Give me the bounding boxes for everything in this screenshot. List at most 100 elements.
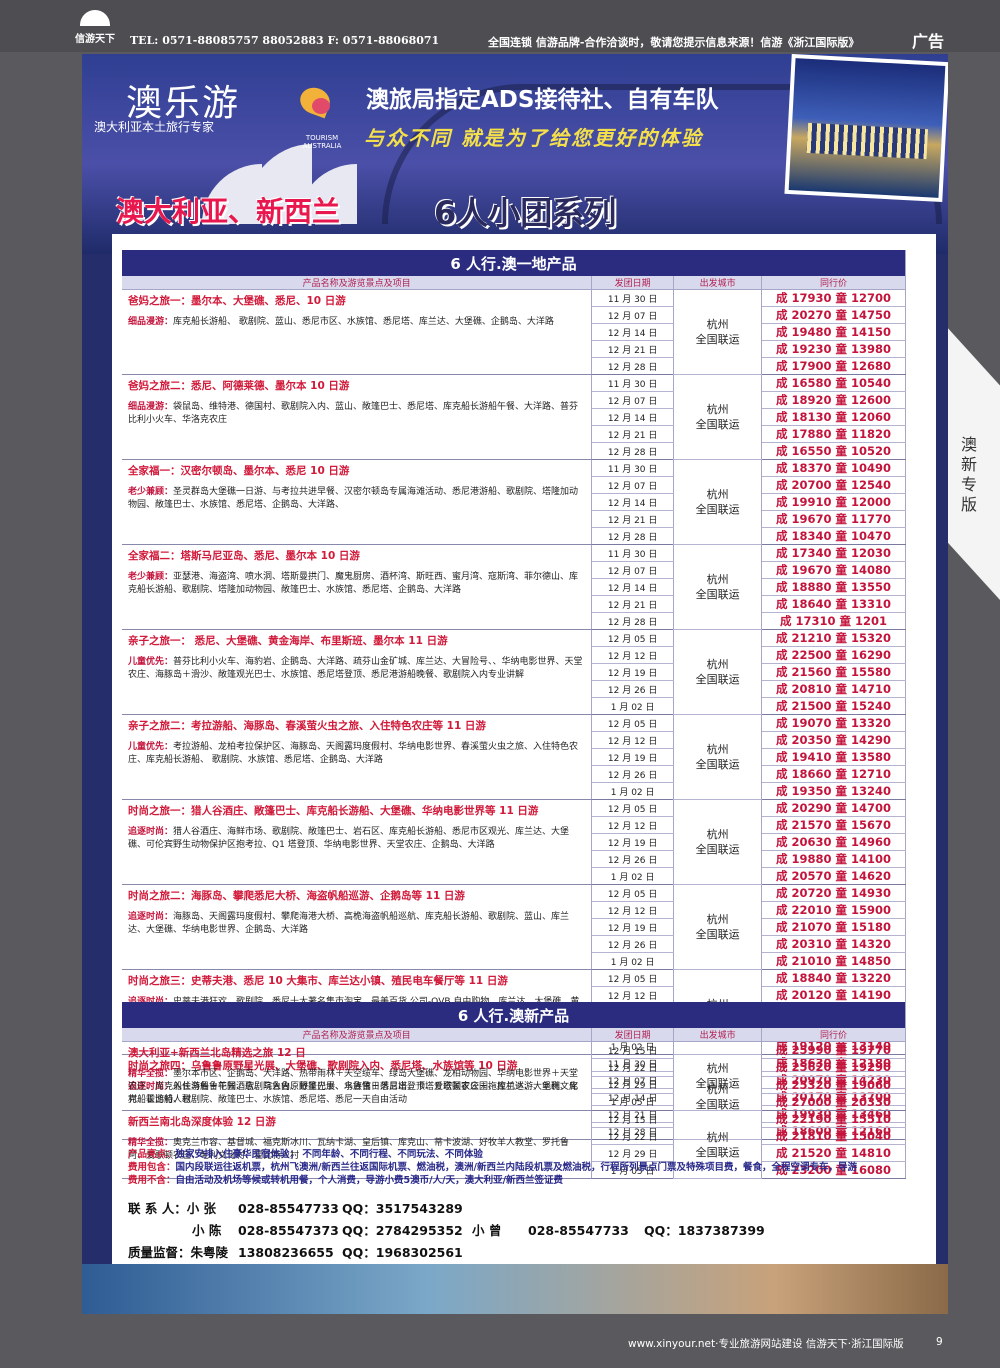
departure-date: 12 月 14 日 — [591, 323, 675, 341]
ad-label: 广告 — [912, 32, 945, 51]
departure-date: 1 月 02 日 — [591, 867, 675, 885]
brand-subtitle: 澳大利亚本土旅行专家 — [94, 120, 215, 134]
departure-date: 12 月 12 日 — [591, 986, 675, 1004]
trade-price: 成 20350 童 14290 — [761, 731, 906, 749]
departure-date: 12 月 26 日 — [591, 680, 675, 698]
trade-price: 成 25620 童 19290 — [761, 1058, 906, 1077]
table-row: 爸妈之旅一：墨尔本、大堡礁、悉尼、10 日游 细品漫游：库克船长游船、 歌剧院、蓝… — [122, 289, 906, 375]
trade-price: 成 21560 童 15580 — [761, 663, 906, 681]
departure-city: 杭州 全国联运 — [673, 1041, 763, 1111]
section-title-row: 6 人行.澳新产品 — [122, 1002, 906, 1028]
desc-text: 袋鼠岛、维特港、德国村、歌剧院入内、蓝山、敞篷巴士、悉尼塔、库克船长游船午餐、大… — [128, 402, 579, 425]
product-info: 澳大利亚+新西兰北岛精选之旅 12 日精华全揽：墨尔本市区、企鹅岛、大洋路、热带… — [122, 1041, 593, 1111]
product-title: 亲子之旅一： 悉尼、大堡礁、黄金海岸、布里斯班、墨尔本 11 日游 — [128, 635, 448, 647]
column-header-row: 产品名称及游览景点及项目 发团日期 出发城市 同行价 — [122, 276, 906, 290]
banner: 澳乐游 澳大利亚本土旅行专家 TOURISM AUSTRALIA 澳旅局指定AD… — [82, 54, 948, 254]
trade-price: 成 21010 童 14850 — [761, 952, 906, 970]
desc-text: 圣灵群岛大堡礁一日游、与考拉共进早餐、汉密尔顿岛专属海滩活动、悉尼港游船、歌剧院… — [128, 487, 579, 510]
col-city-header: 出发城市 — [673, 276, 763, 290]
xinyou-logo: 信游天下 — [66, 8, 124, 46]
product-description: 精华全揽：墨尔本市区、企鹅岛、大洋路、热带雨林＋天空缆车、绿岛大堡礁、龙柏动物园… — [128, 1068, 585, 1107]
trade-price: 成 21070 童 15180 — [761, 918, 906, 936]
product-info: 时尚之旅一：猎人谷酒庄、敞篷巴士、库克船长游船、大堡礁、华纳电影世界等 11 日… — [122, 799, 593, 885]
tagline: 与众不同 就是为了给您更好的体验 — [364, 126, 703, 150]
table-row: 全家福二：塔斯马尼亚岛、悉尼、墨尔本 10 日游 老少兼顾：亚瑟港、海盗湾、喷水洞… — [122, 544, 906, 630]
contact-chen: 小 陈 — [192, 1223, 222, 1238]
table-row: 时尚之旅三：史蒂夫港、悉尼 10 大集市、库兰达小镇、殖民电车餐厅等 11 日游… — [122, 969, 906, 1055]
desc-label: 儿童优先： — [128, 742, 174, 752]
departure-date: 12 月 26 日 — [591, 850, 675, 868]
trade-price: 成 18370 童 10490 — [761, 459, 906, 477]
desc-label: 精华全揽： — [128, 1138, 174, 1148]
section-title: 6 人行.澳一地产品 — [122, 250, 906, 276]
trade-price: 成 19480 童 14150 — [761, 323, 906, 341]
product-description: 追逐时尚：猎人谷酒庄、海鲜市场、歌剧院、敞篷巴士、岩石区、库克船长游船、悉尼市区… — [128, 826, 585, 852]
trade-price: 成 18840 童 13220 — [761, 969, 906, 987]
departure-date: 12 月 22 日 — [591, 1058, 675, 1077]
trade-price: 成 25990 童 19770 — [761, 1041, 906, 1060]
desc-label: 老少兼顾： — [128, 487, 174, 497]
contact-tel: TEL: 0571-88085757 88052883 F: 0571-8806… — [130, 34, 440, 47]
departure-date: 12 月 07 日 — [591, 561, 675, 579]
ads-line: 澳旅局指定ADS接待社、自有车队 — [366, 87, 719, 113]
col-price-header: 同行价 — [761, 1028, 906, 1042]
desc-label: 老少兼顾： — [128, 572, 174, 582]
departure-date: 11 月 30 日 — [591, 544, 675, 562]
table-row: 时尚之旅一：猎人谷酒庄、敞篷巴士、库克船长游船、大堡礁、华纳电影世界等 11 日… — [122, 799, 906, 885]
product-description: 儿童优先：普芬比利小火车、海豹岩、企鹅岛、大洋路、疏芬山金矿城、库兰达、大冒险号… — [128, 656, 585, 682]
top-bar: 信游天下 TEL: 0571-88085757 88052883 F: 0571… — [0, 0, 1000, 52]
notes: 产品亮点：独家安排入住豪华民宿体验； 不同年龄、不同行程、不同玩法、不同体验 费… — [128, 1149, 857, 1186]
departure-date: 12 月 28 日 — [591, 527, 675, 545]
desc-text: 墨尔本市区、企鹅岛、大洋路、热带雨林＋天空缆车、绿岛大堡礁、龙柏动物园、华纳电影… — [128, 1069, 579, 1105]
departure-date: 12 月 22 日 — [591, 1127, 675, 1145]
product-title: 时尚之旅二：海豚岛、攀爬悉尼大桥、海盗帆船巡游、企鹅岛等 11 日游 — [128, 890, 465, 902]
product-info: 亲子之旅二：考拉游船、海豚岛、春溪萤火虫之旅、入住特色农庄等 11 日游 儿童优先… — [122, 714, 593, 800]
trade-price: 成 22500 童 16290 — [761, 646, 906, 664]
title-destinations: 澳大利亚、新西兰 — [116, 195, 341, 228]
page-number: 9 — [936, 1336, 943, 1348]
desc-label: 精华全揽： — [128, 1069, 174, 1079]
departure-city: 杭州 全国联运 — [673, 714, 763, 800]
trade-price: 成 17900 童 12680 — [761, 357, 906, 375]
col-price-header: 同行价 — [761, 276, 906, 290]
trade-price: 成 17880 童 11820 — [761, 425, 906, 443]
departure-date: 12 月 05 日 — [591, 799, 675, 817]
product-info: 全家福二：塔斯马尼亚岛、悉尼、墨尔本 10 日游 老少兼顾：亚瑟港、海盗湾、喷水洞… — [122, 544, 593, 630]
departure-date: 12 月 26 日 — [591, 765, 675, 783]
departure-date: 12 月 21 日 — [591, 340, 675, 358]
product-description: 老少兼顾：圣灵群岛大堡礁一日游、与考拉共进早餐、汉密尔顿岛专属海滩活动、悉尼港游… — [128, 486, 585, 512]
contact-zhang-tel: 028-85547733 — [238, 1201, 339, 1216]
trade-price: 成 18130 童 12060 — [761, 408, 906, 426]
supervisor-qq: QQ：1968302561 — [342, 1245, 463, 1260]
departure-date: 12 月 05 日 — [591, 884, 675, 902]
col-date-header: 发团日期 — [591, 1028, 675, 1042]
departure-city: 杭州 全国联运 — [673, 289, 763, 375]
product-description: 儿童优先：考拉游船、龙柏考拉保护区、海豚岛、天阁露玛度假村、华纳电影世界、春溪萤… — [128, 741, 585, 767]
trade-price: 成 18880 童 13550 — [761, 578, 906, 596]
trade-price: 成 19880 童 14100 — [761, 850, 906, 868]
trade-price: 成 20270 童 14750 — [761, 306, 906, 324]
departure-date: 12 月 05 日 — [591, 714, 675, 732]
departure-date: 12 月 19 日 — [591, 748, 675, 766]
departure-date: 12 月 21 日 — [591, 425, 675, 443]
sydney-night-photo — [784, 54, 948, 203]
departure-date: 12 月 21 日 — [591, 510, 675, 528]
trade-price: 成 20120 童 14190 — [761, 986, 906, 1004]
trade-price: 成 17310 童 1201 — [761, 612, 906, 630]
trade-price: 成 21210 童 15320 — [761, 629, 906, 647]
desc-label: 追逐时尚： — [128, 912, 174, 922]
trade-price: 成 16580 童 10540 — [761, 374, 906, 392]
product-info: 爸妈之旅一：墨尔本、大堡礁、悉尼、10 日游 细品漫游：库克船长游船、 歌剧院、蓝… — [122, 289, 593, 375]
col-product-header: 产品名称及游览景点及项目 — [122, 276, 593, 290]
contact-zeng: 小 曾 — [472, 1223, 502, 1238]
col-date-header: 发团日期 — [591, 276, 675, 290]
departure-date: 1 月 02 日 — [591, 952, 675, 970]
product-title: 亲子之旅二：考拉游船、海豚岛、春溪萤火虫之旅、入住特色农庄等 11 日游 — [128, 720, 486, 732]
departure-date: 11 月 30 日 — [591, 459, 675, 477]
departure-date: 12 月 14 日 — [591, 493, 675, 511]
trade-price: 成 20810 童 14710 — [761, 680, 906, 698]
departure-date: 12 月 07 日 — [591, 476, 675, 494]
trade-price: 成 18920 童 12600 — [761, 391, 906, 409]
title-series: 6人小团系列 — [434, 194, 617, 232]
contact-chen-tel: 028-85547373 — [238, 1223, 339, 1238]
